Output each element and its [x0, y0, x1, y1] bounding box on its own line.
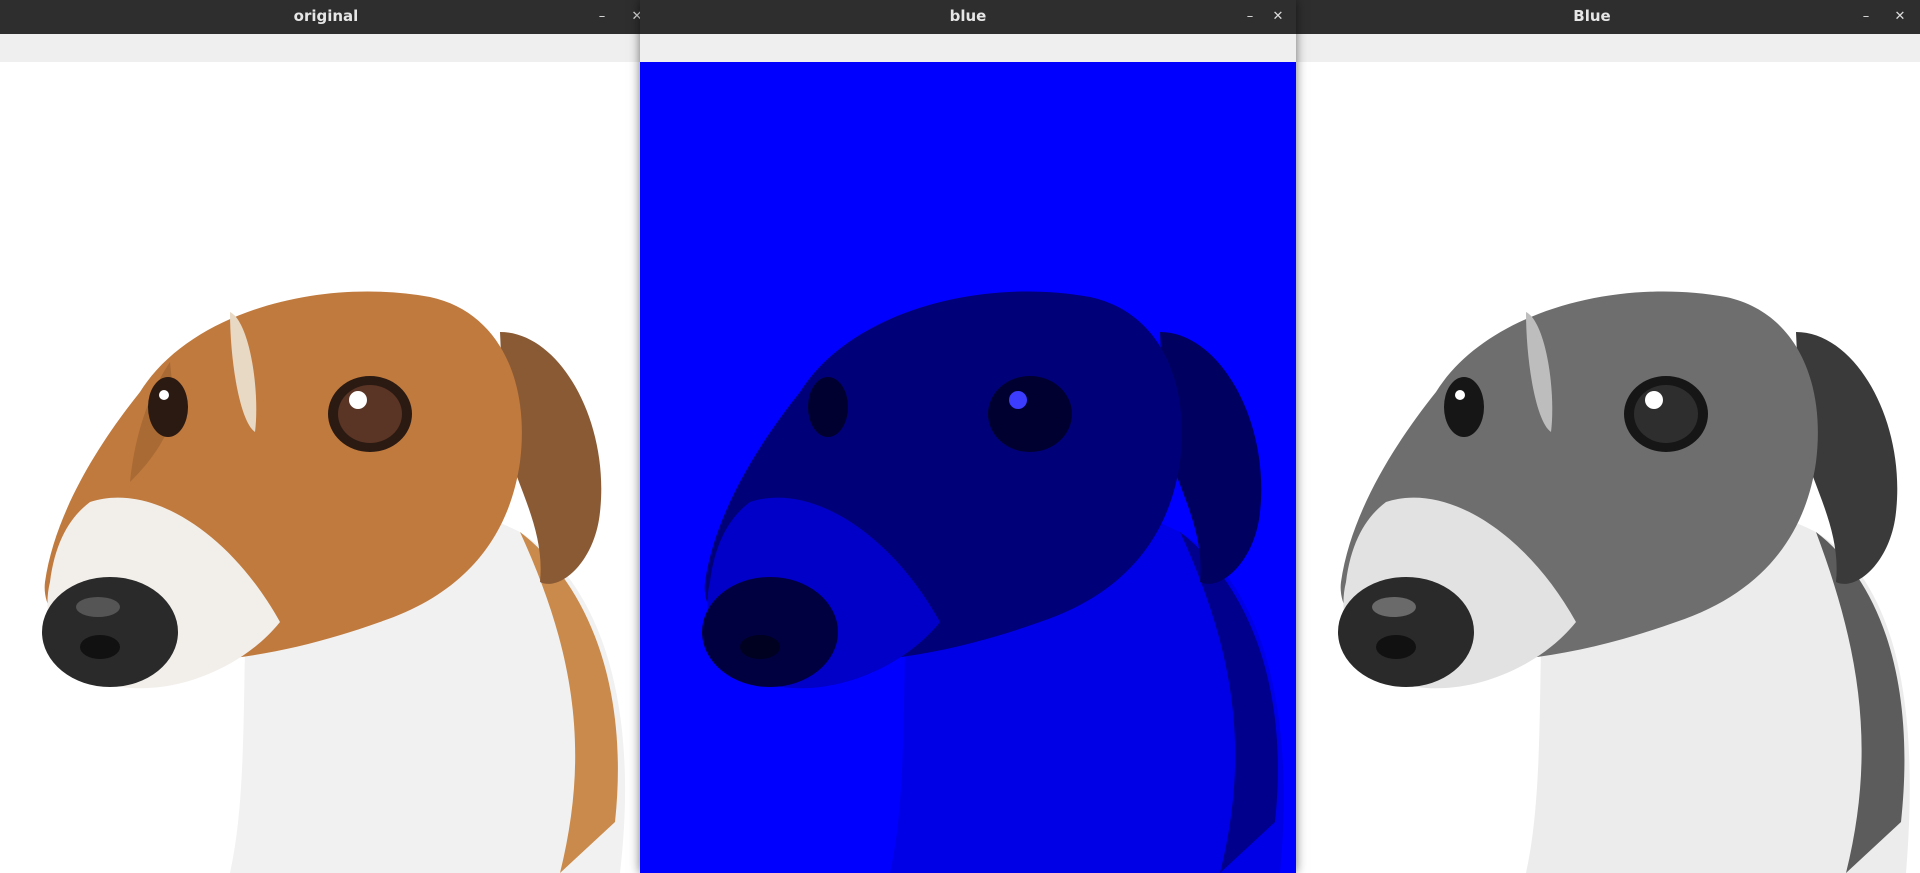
dog-photo-grayscale: [1296, 62, 1920, 873]
window-blue: blue – ✕: [640, 0, 1296, 873]
window-title: Blue: [1573, 7, 1611, 25]
titlebar[interactable]: Blue – ✕: [1296, 0, 1920, 34]
toolbar: [0, 34, 640, 63]
window-title: original: [293, 7, 359, 25]
dog-photo-color: [0, 62, 640, 873]
titlebar[interactable]: blue – ✕: [640, 0, 1296, 34]
close-icon[interactable]: ✕: [1890, 7, 1910, 27]
toolbar: [1296, 34, 1920, 63]
window-blue-grayscale: Blue – ✕: [1296, 0, 1920, 873]
close-icon[interactable]: ✕: [1268, 7, 1288, 27]
dog-photo-blue-channel: [640, 62, 1296, 873]
close-icon[interactable]: ✕: [627, 7, 640, 27]
minimize-icon[interactable]: –: [1856, 7, 1876, 27]
window-original: original – ✕: [0, 0, 640, 873]
image-canvas: [1296, 62, 1920, 873]
minimize-icon[interactable]: –: [592, 7, 612, 27]
toolbar: [640, 34, 1296, 63]
window-title: blue: [949, 7, 987, 25]
minimize-icon[interactable]: –: [1240, 7, 1260, 27]
titlebar[interactable]: original – ✕: [0, 0, 640, 34]
image-canvas: [0, 62, 640, 873]
image-canvas: [640, 62, 1296, 873]
